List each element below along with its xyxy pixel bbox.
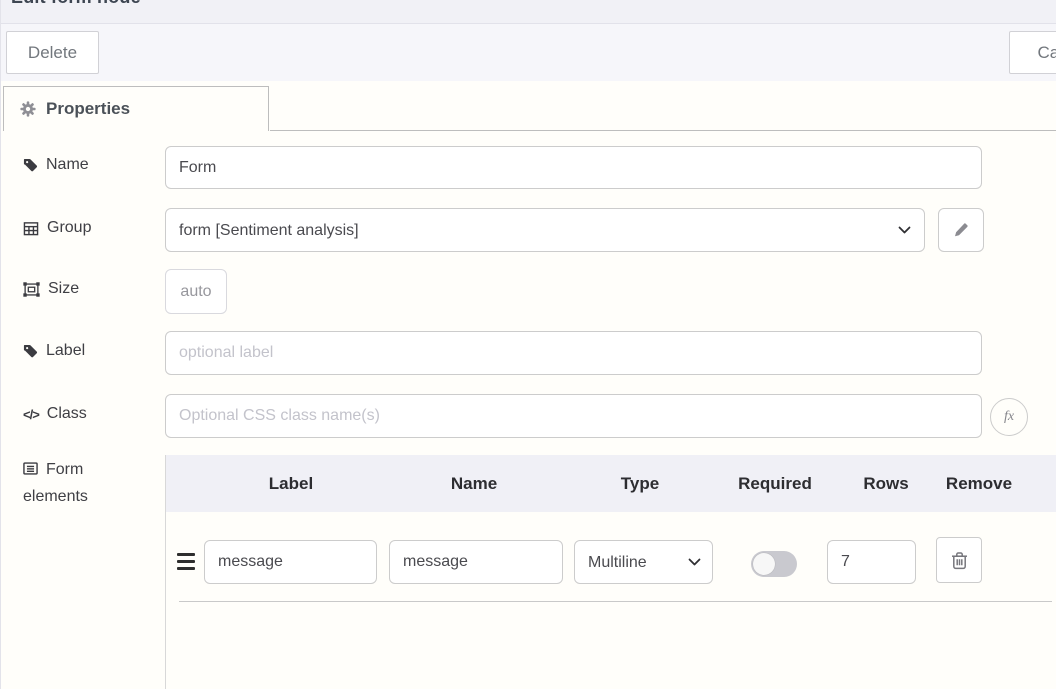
- required-toggle[interactable]: [751, 551, 797, 577]
- element-name-input[interactable]: [389, 540, 563, 584]
- dialog-header: Edit form node: [1, 0, 1056, 23]
- label-input[interactable]: [165, 331, 982, 375]
- column-header-remove: Remove: [946, 474, 1012, 494]
- form-elements-field-label: Form elements: [23, 456, 135, 510]
- toggle-knob: [753, 553, 775, 575]
- gear-icon: [20, 101, 36, 117]
- tab-properties[interactable]: Properties: [3, 86, 269, 131]
- column-header-label: Label: [269, 474, 313, 494]
- tab-bar-divider: [270, 130, 1056, 131]
- expression-fx-button[interactable]: fx: [990, 398, 1028, 436]
- code-icon: </>: [23, 407, 39, 422]
- dialog-title: Edit form node: [11, 0, 141, 8]
- tag-icon: [23, 344, 38, 359]
- object-group-icon: [23, 282, 40, 297]
- cancel-button[interactable]: Cancel: [1009, 31, 1056, 74]
- size-auto-button[interactable]: auto: [165, 269, 227, 314]
- label-field-label: Label: [23, 342, 85, 360]
- tab-properties-label: Properties: [46, 99, 130, 119]
- form-elements-table-header: Label Name Type Required Rows Remove: [166, 455, 1056, 512]
- remove-element-button[interactable]: [936, 537, 982, 583]
- element-rows-input[interactable]: [827, 540, 916, 584]
- column-header-type: Type: [621, 474, 659, 494]
- group-field-label: Group: [23, 219, 91, 237]
- column-header-rows: Rows: [863, 474, 908, 494]
- dialog-toolbar: [1, 23, 1056, 81]
- list-icon: [23, 461, 38, 476]
- trash-icon: [951, 551, 968, 570]
- class-field-label: </> Class: [23, 405, 87, 423]
- row-divider: [179, 601, 1052, 602]
- edit-form-node-dialog: Edit form node Delete Cancel Properties: [0, 0, 1056, 689]
- name-input[interactable]: [165, 146, 982, 189]
- delete-button[interactable]: Delete: [6, 31, 99, 74]
- table-icon: [23, 221, 39, 236]
- class-input[interactable]: [165, 394, 982, 438]
- edit-group-button[interactable]: [938, 208, 984, 252]
- element-type-select-wrap: Multiline: [574, 540, 713, 584]
- name-field-label: Name: [23, 156, 89, 174]
- column-header-required: Required: [738, 474, 812, 494]
- pencil-icon: [953, 222, 969, 238]
- size-field-label: Size: [23, 280, 79, 298]
- tag-icon: [23, 158, 38, 173]
- column-header-name: Name: [451, 474, 497, 494]
- drag-handle-icon[interactable]: [177, 553, 195, 570]
- group-select-wrap: form [Sentiment analysis]: [165, 208, 925, 252]
- group-select[interactable]: form [Sentiment analysis]: [165, 208, 925, 252]
- element-type-select[interactable]: Multiline: [574, 540, 713, 584]
- element-label-input[interactable]: [204, 540, 377, 584]
